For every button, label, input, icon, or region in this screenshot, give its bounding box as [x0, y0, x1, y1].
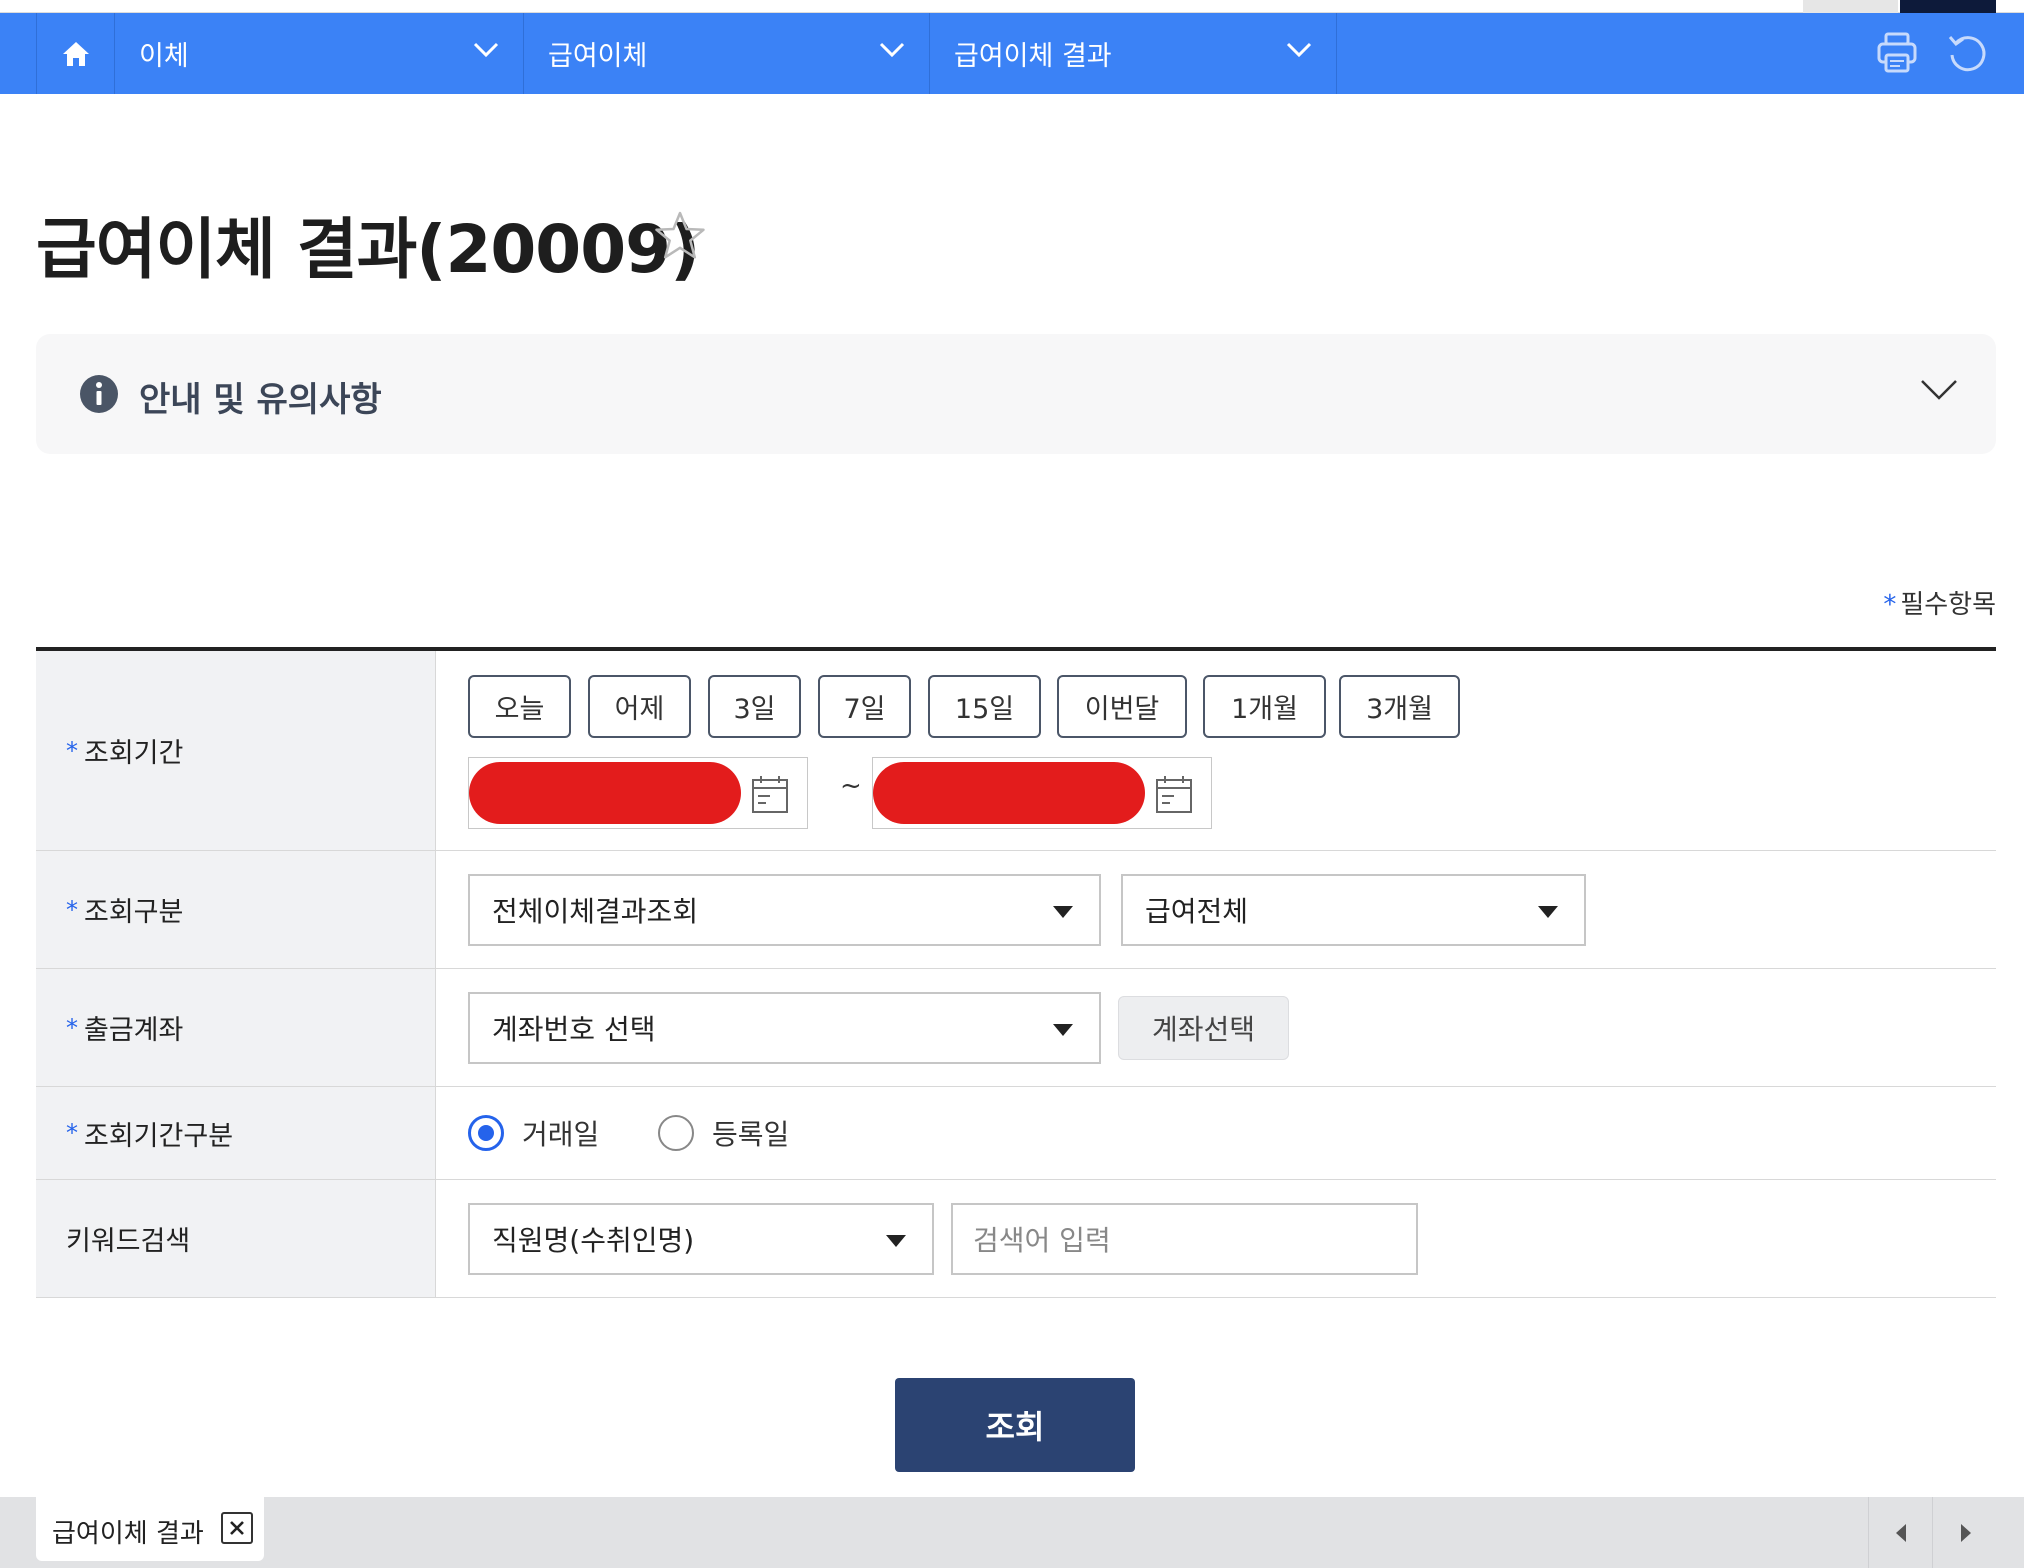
nav-menu-payroll-result-label: 급여이체 결과 — [954, 41, 1112, 72]
dropdown-caret-icon — [886, 1235, 906, 1247]
payroll-type-select-value: 급여전체 — [1145, 895, 1249, 928]
required-note: * 필수항목 — [1883, 590, 1996, 620]
date-range-separator: ~ — [840, 771, 862, 801]
print-icon[interactable] — [1876, 31, 1918, 75]
top-gray-tab[interactable] — [1803, 0, 1898, 13]
end-date-field[interactable] — [872, 757, 1212, 829]
quick-7days-button[interactable]: 7일 — [818, 675, 911, 738]
inquiry-type-select-value: 전체이체결과조회 — [492, 895, 699, 928]
home-button[interactable] — [36, 13, 115, 94]
account-controls: 계좌번호 선택 계좌선택 — [437, 969, 1996, 1086]
row-keyword: 키워드검색 직원명(수취인명) 검색어 입력 — [36, 1180, 1996, 1298]
row-account: * 출금계좌 계좌번호 선택 계좌선택 — [36, 969, 1996, 1087]
label-keyword: 키워드검색 — [36, 1180, 436, 1297]
nav-menu-payroll-transfer[interactable]: 급여이체 — [524, 13, 930, 94]
label-account: * 출금계좌 — [36, 969, 436, 1086]
caret-right-icon — [1961, 1523, 1971, 1542]
dropdown-caret-icon — [1053, 1024, 1073, 1036]
calendar-icon[interactable] — [1155, 774, 1193, 814]
radio-unselected-icon — [658, 1115, 694, 1151]
quick-today-button[interactable]: 오늘 — [468, 675, 571, 738]
close-icon[interactable] — [221, 1512, 253, 1544]
nav-menu-transfer[interactable]: 이체 — [115, 13, 524, 94]
account-select[interactable]: 계좌번호 선택 — [468, 992, 1101, 1064]
start-date-value — [469, 762, 741, 824]
label-inquiry-type: * 조회구분 — [36, 851, 436, 968]
select-account-button[interactable]: 계좌선택 — [1118, 996, 1289, 1060]
end-date-value — [873, 762, 1145, 824]
keyword-type-select-value: 직원명(수취인명) — [492, 1224, 695, 1257]
caret-left-icon — [1895, 1523, 1906, 1542]
chevron-down-icon — [1921, 380, 1957, 400]
inquiry-type-select[interactable]: 전체이체결과조회 — [468, 874, 1101, 946]
home-icon — [62, 41, 89, 66]
top-navy-tab[interactable] — [1900, 0, 1996, 13]
star-outline-icon[interactable] — [653, 210, 707, 262]
period-controls: 오늘 어제 3일 7일 15일 이번달 1개월 3개월 ~ — [437, 651, 1996, 850]
quick-this-month-button[interactable]: 이번달 — [1057, 675, 1187, 738]
tab-scroll-buttons — [1868, 1497, 2024, 1568]
open-tab-label: 급여이체 결과 — [52, 1519, 204, 1549]
keyword-input[interactable]: 검색어 입력 — [951, 1203, 1418, 1275]
notice-accordion[interactable]: 안내 및 유의사항 — [36, 334, 1996, 454]
quick-15days-button[interactable]: 15일 — [928, 675, 1041, 738]
search-button[interactable]: 조회 — [895, 1378, 1135, 1472]
nav-menu-transfer-label: 이체 — [139, 41, 189, 72]
label-period: * 조회기간 — [36, 651, 436, 850]
period-type-controls: 거래일 등록일 — [437, 1087, 1996, 1179]
notice-label: 안내 및 유의사항 — [139, 380, 382, 420]
account-select-value: 계좌번호 선택 — [492, 1013, 656, 1046]
page-title: 급여이체 결과(20009) — [36, 211, 700, 288]
nav-menu-payroll-transfer-label: 급여이체 — [548, 41, 648, 72]
window-top-strip — [0, 0, 2024, 13]
row-period-type: * 조회기간구분 거래일 등록일 — [36, 1087, 1996, 1180]
keyword-input-placeholder: 검색어 입력 — [973, 1224, 1111, 1257]
keyword-type-select[interactable]: 직원명(수취인명) — [468, 1203, 934, 1275]
payroll-type-select[interactable]: 급여전체 — [1121, 874, 1586, 946]
keyword-controls: 직원명(수취인명) 검색어 입력 — [437, 1180, 1996, 1297]
chevron-down-icon — [1286, 42, 1312, 58]
quick-1month-button[interactable]: 1개월 — [1203, 675, 1326, 738]
calendar-icon[interactable] — [751, 774, 789, 814]
scroll-right-button[interactable] — [1934, 1497, 1998, 1568]
dropdown-caret-icon — [1053, 906, 1073, 918]
quick-yesterday-button[interactable]: 어제 — [588, 675, 691, 738]
label-period-type: * 조회기간구분 — [36, 1087, 436, 1179]
breadcrumb-nav: 이체 급여이체 급여이체 결과 — [0, 13, 2024, 94]
row-period: * 조회기간 오늘 어제 3일 7일 15일 이번달 1개월 3개월 ~ — [36, 651, 1996, 851]
dropdown-caret-icon — [1538, 906, 1558, 918]
radio-selected-icon — [468, 1115, 504, 1151]
radio-transaction-date-label: 거래일 — [522, 1118, 600, 1151]
nav-menu-payroll-result[interactable]: 급여이체 결과 — [930, 13, 1337, 94]
info-icon — [80, 375, 118, 413]
chevron-down-icon — [879, 42, 905, 58]
radio-registration-date-label: 등록일 — [712, 1118, 790, 1151]
nav-tools — [1876, 31, 1988, 75]
radio-transaction-date[interactable]: 거래일 — [468, 1113, 599, 1153]
quick-3months-button[interactable]: 3개월 — [1339, 675, 1460, 738]
inquiry-type-controls: 전체이체결과조회 급여전체 — [437, 851, 1996, 968]
quick-3days-button[interactable]: 3일 — [708, 675, 801, 738]
chevron-down-icon — [473, 42, 499, 58]
refresh-icon[interactable] — [1946, 31, 1988, 75]
open-tabs-bar: 급여이체 결과 — [0, 1497, 2024, 1568]
scroll-left-button[interactable] — [1869, 1497, 1933, 1568]
search-form: * 조회기간 오늘 어제 3일 7일 15일 이번달 1개월 3개월 ~ * 조… — [36, 647, 1996, 1298]
start-date-field[interactable] — [468, 757, 808, 829]
open-tab-payroll-result[interactable]: 급여이체 결과 — [36, 1497, 264, 1561]
radio-registration-date[interactable]: 등록일 — [658, 1113, 789, 1153]
row-inquiry-type: * 조회구분 전체이체결과조회 급여전체 — [36, 851, 1996, 969]
